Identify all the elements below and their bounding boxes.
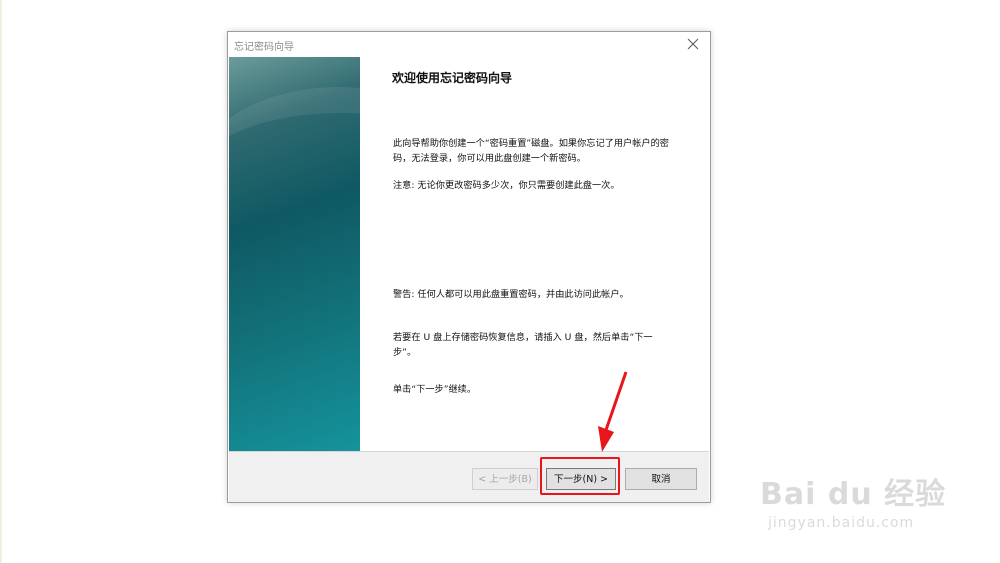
- note-text: 注意: 无论你更改密码多少次，你只需要创建此盘一次。: [393, 180, 620, 191]
- warning-text: 警告: 任何人都可以用此盘重置密码，并由此访问此帐户。: [393, 289, 629, 300]
- usb-instruction-text: 若要在 U 盘上存储密码恢复信息，请插入 U 盘，然后单击“下一步”。: [393, 332, 653, 358]
- red-arrow-icon: [598, 371, 628, 452]
- banner-decoration: [229, 87, 360, 283]
- wizard-side-banner: [229, 57, 360, 451]
- continue-text: 单击“下一步”继续。: [393, 384, 477, 395]
- window-title: 忘记密码向导: [234, 42, 294, 53]
- button-bar: < 上一步(B) 下一步(N) > 取消: [229, 451, 709, 502]
- watermark-logo-text: Bai du 经验: [760, 477, 947, 512]
- back-button[interactable]: < 上一步(B): [472, 468, 538, 490]
- cancel-button[interactable]: 取消: [625, 468, 697, 490]
- wizard-heading: 欢迎使用忘记密码向导: [392, 71, 513, 85]
- next-button-highlight: [540, 457, 620, 495]
- intro-text: 此向导帮助你创建一个“密码重置”磁盘。如果你忘记了用户帐户的密码，无法登录，你可…: [393, 138, 669, 164]
- title-bar: 忘记密码向导: [228, 32, 710, 57]
- baidu-watermark: Bai du 经验 jingyan.baidu.com: [760, 455, 990, 545]
- watermark-url: jingyan.baidu.com: [768, 515, 915, 531]
- close-icon[interactable]: [684, 35, 702, 53]
- background-edge: [0, 0, 2, 563]
- forgot-password-wizard-dialog: 忘记密码向导 欢迎使用忘记密码向导 此向导帮助你创建一个“密码重置”磁盘。如果你…: [227, 31, 711, 503]
